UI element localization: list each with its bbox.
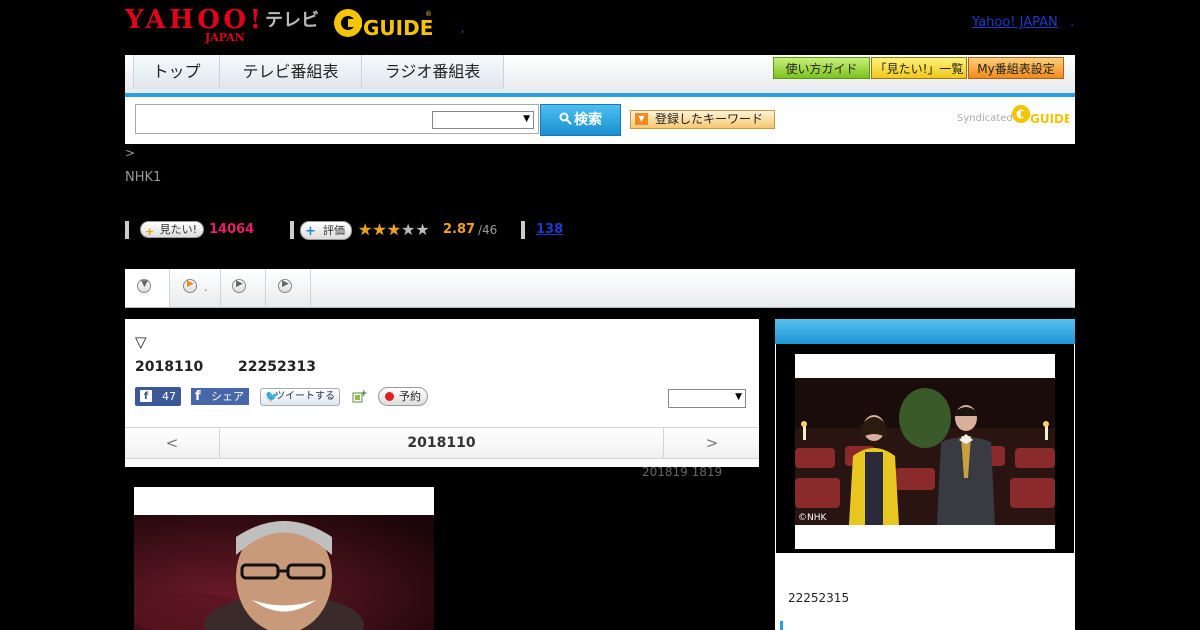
tab-program-4[interactable]: ▶ — [266, 269, 311, 307]
star-fill: ★ — [358, 220, 373, 239]
yahoo-japan-link[interactable]: Yahoo! JAPAN — [972, 15, 1058, 30]
tab-program-2[interactable]: ▶ . — [170, 269, 221, 307]
tab-top[interactable]: トップ — [134, 55, 220, 89]
search-category-select[interactable]: ▼ — [432, 111, 534, 129]
review-count-link[interactable]: 138 — [536, 222, 563, 237]
right-panel-header — [775, 319, 1075, 344]
tab-program-info[interactable]: ▼ — [125, 269, 170, 307]
keyword-button-label: 登録したキーワード — [655, 112, 764, 126]
header-dot: . — [1070, 15, 1075, 30]
next-day-button[interactable]: > — [663, 428, 760, 458]
syndicated-label: Syndicated — [957, 113, 1013, 124]
twitter-bird-icon: 🐦 — [265, 390, 279, 403]
video-credit: ©NHK — [798, 513, 828, 523]
star-icon: ★ ★ — [386, 220, 402, 239]
rating-count: /46 — [478, 223, 498, 237]
updated-timestamp: 201819 1819 — [642, 465, 723, 479]
divider — [125, 221, 129, 239]
facebook-icon: f — [195, 389, 201, 404]
program-title: ▽ — [135, 333, 147, 351]
program-video-thumbnail[interactable]: ©NHK — [795, 378, 1055, 525]
svg-text:JAPAN: JAPAN — [204, 31, 245, 44]
my-listings-settings-button[interactable]: My番組表設定 — [968, 57, 1064, 79]
play-icon: ▶ — [232, 279, 246, 293]
divider — [521, 221, 525, 239]
plus-icon: + — [145, 225, 155, 238]
day-navigation: < 2018110 > — [125, 427, 759, 459]
gguide-logo[interactable]: GUIDE ® — [333, 6, 433, 40]
play-icon: ▶ — [183, 279, 197, 293]
bookmark-add-icon[interactable]: + — [351, 388, 367, 404]
right-panel-accent — [780, 621, 783, 630]
rate-button[interactable]: + 評価 — [300, 221, 352, 240]
facebook-icon: f — [140, 390, 152, 402]
mitai-count: 14064 — [209, 222, 255, 237]
recorder-select[interactable]: ▼ — [668, 389, 746, 408]
search-bar: ▼ 検索 ▼ 登録したキーワード Syndicated GUIDE — [125, 97, 1075, 144]
rate-button-label: 評価 — [323, 224, 345, 237]
divider — [290, 221, 294, 239]
tab-label: . — [204, 281, 208, 294]
program-photo — [134, 515, 434, 630]
current-day: 2018110 — [407, 435, 476, 451]
record-reserve-button[interactable]: 予約 — [378, 387, 428, 406]
terebi-label: テレビ — [265, 10, 319, 31]
usage-guide-button[interactable]: 使い方ガイド — [773, 57, 870, 79]
program-date: 2018110 — [135, 359, 204, 375]
search-button[interactable]: 検索 — [540, 104, 621, 136]
star-icon: ★ ★ — [372, 220, 387, 239]
right-panel-time: 22252315 — [788, 591, 850, 605]
facebook-share-button[interactable]: f シェア — [191, 388, 249, 405]
syndicated-gguide-logo: GUIDE — [1012, 105, 1069, 126]
star-icon: ★ — [415, 220, 430, 239]
facebook-share-label: シェア — [211, 390, 244, 403]
record-label: 予約 — [399, 390, 421, 403]
svg-text:GUIDE: GUIDE — [363, 16, 433, 40]
program-panel: ▽ 2018110 22252313 f 47 f シェア 🐦 ツイートする +… — [125, 319, 759, 467]
search-button-label: 検索 — [574, 112, 602, 128]
mitai-button[interactable]: + 見たい! — [140, 221, 204, 238]
tweet-label: ツイートする — [275, 391, 335, 402]
play-icon: ▶ — [278, 279, 292, 293]
breadcrumb[interactable]: > — [125, 146, 135, 160]
chevron-down-icon: ▼ — [735, 392, 742, 402]
star-icon: ★ — [401, 220, 416, 239]
program-tabs: ▼ ▶ . ▶ ▶ — [125, 269, 1075, 308]
channel-name: NHK1 — [125, 170, 162, 185]
plus-icon: + — [305, 224, 316, 239]
tab-radio-listings[interactable]: ラジオ番組表 — [362, 55, 504, 89]
nav-left-cap — [125, 55, 134, 89]
star-rating: ★ ★ ★ ★ ★ ★ ★★ — [358, 220, 430, 239]
star-fill: ★ — [372, 220, 387, 239]
rating-score: 2.87 — [443, 222, 476, 237]
svg-text:®: ® — [425, 10, 432, 18]
tweet-button[interactable]: 🐦 ツイートする — [260, 388, 340, 406]
tab-program-3[interactable]: ▶ — [221, 269, 266, 307]
star-fill: ★ — [386, 220, 400, 239]
program-time: 22252313 — [238, 359, 316, 375]
search-icon — [559, 112, 572, 125]
registered-keyword-button[interactable]: ▼ 登録したキーワード — [630, 110, 775, 129]
chevron-down-icon: ▼ — [523, 114, 530, 124]
facebook-like-button[interactable]: f 47 — [135, 387, 181, 406]
prev-day-button[interactable]: < — [125, 428, 220, 458]
svg-text:GUIDE: GUIDE — [1030, 112, 1069, 126]
record-icon — [385, 392, 394, 401]
mitai-button-label: 見たい! — [159, 223, 197, 236]
mitai-list-button[interactable]: 「見たい!」一覧 — [871, 57, 967, 79]
svg-text:+: + — [360, 389, 367, 399]
triangle-down-icon: ▼ — [635, 113, 648, 125]
chevron-down-icon: ▼ — [137, 279, 151, 293]
star-icon: ★ ★ — [358, 220, 373, 239]
tab-tv-listings[interactable]: テレビ番組表 — [220, 55, 362, 89]
yahoo-japan-logo[interactable]: YAHOO! JAPAN — [125, 4, 263, 44]
facebook-like-count: 47 — [162, 390, 176, 403]
main-nav: トップ テレビ番組表 ラジオ番組表 使い方ガイド 「見たい!」一覧 My番組表設… — [125, 55, 1075, 97]
header-tick: , — [461, 24, 465, 35]
